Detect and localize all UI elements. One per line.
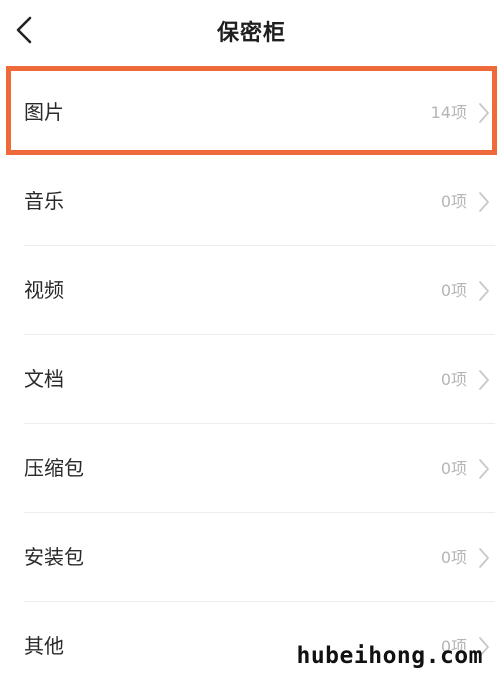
list-item-images[interactable]: 图片 14项 xyxy=(0,66,503,157)
list-item-install-packages[interactable]: 安装包 0项 xyxy=(0,513,503,602)
list-item-documents[interactable]: 文档 0项 xyxy=(0,335,503,424)
chevron-right-icon xyxy=(479,370,489,390)
page-title: 保密柜 xyxy=(216,21,286,46)
chevron-right-icon xyxy=(479,548,489,568)
list-item-label: 安装包 xyxy=(24,545,84,569)
list-item-label: 图片 xyxy=(24,100,64,124)
chevron-right-icon xyxy=(479,459,489,479)
chevron-right-icon xyxy=(479,192,489,212)
list-item-label: 文档 xyxy=(24,367,64,391)
list-item-music[interactable]: 音乐 0项 xyxy=(0,157,503,246)
list-item-label: 压缩包 xyxy=(24,456,84,480)
list-item-videos[interactable]: 视频 0项 xyxy=(0,246,503,335)
chevron-right-icon xyxy=(479,103,489,123)
item-count: 0项 xyxy=(440,459,467,478)
top-bar: 保密柜 xyxy=(0,0,503,62)
item-count: 0项 xyxy=(440,281,467,300)
watermark: hubeihong.com xyxy=(296,643,483,669)
list-item-label: 音乐 xyxy=(24,189,64,213)
item-count: 14项 xyxy=(430,103,467,122)
list-item-label: 视频 xyxy=(24,278,64,302)
item-count: 0项 xyxy=(440,192,467,211)
list-item-archives[interactable]: 压缩包 0项 xyxy=(0,424,503,513)
item-count: 0项 xyxy=(440,370,467,389)
vault-category-list: 图片 14项 音乐 0项 视频 0项 文档 0项 压缩包 0项 安装包 0项 其… xyxy=(0,66,503,691)
chevron-right-icon xyxy=(479,281,489,301)
item-count: 0项 xyxy=(440,548,467,567)
list-item-label: 其他 xyxy=(24,634,64,658)
